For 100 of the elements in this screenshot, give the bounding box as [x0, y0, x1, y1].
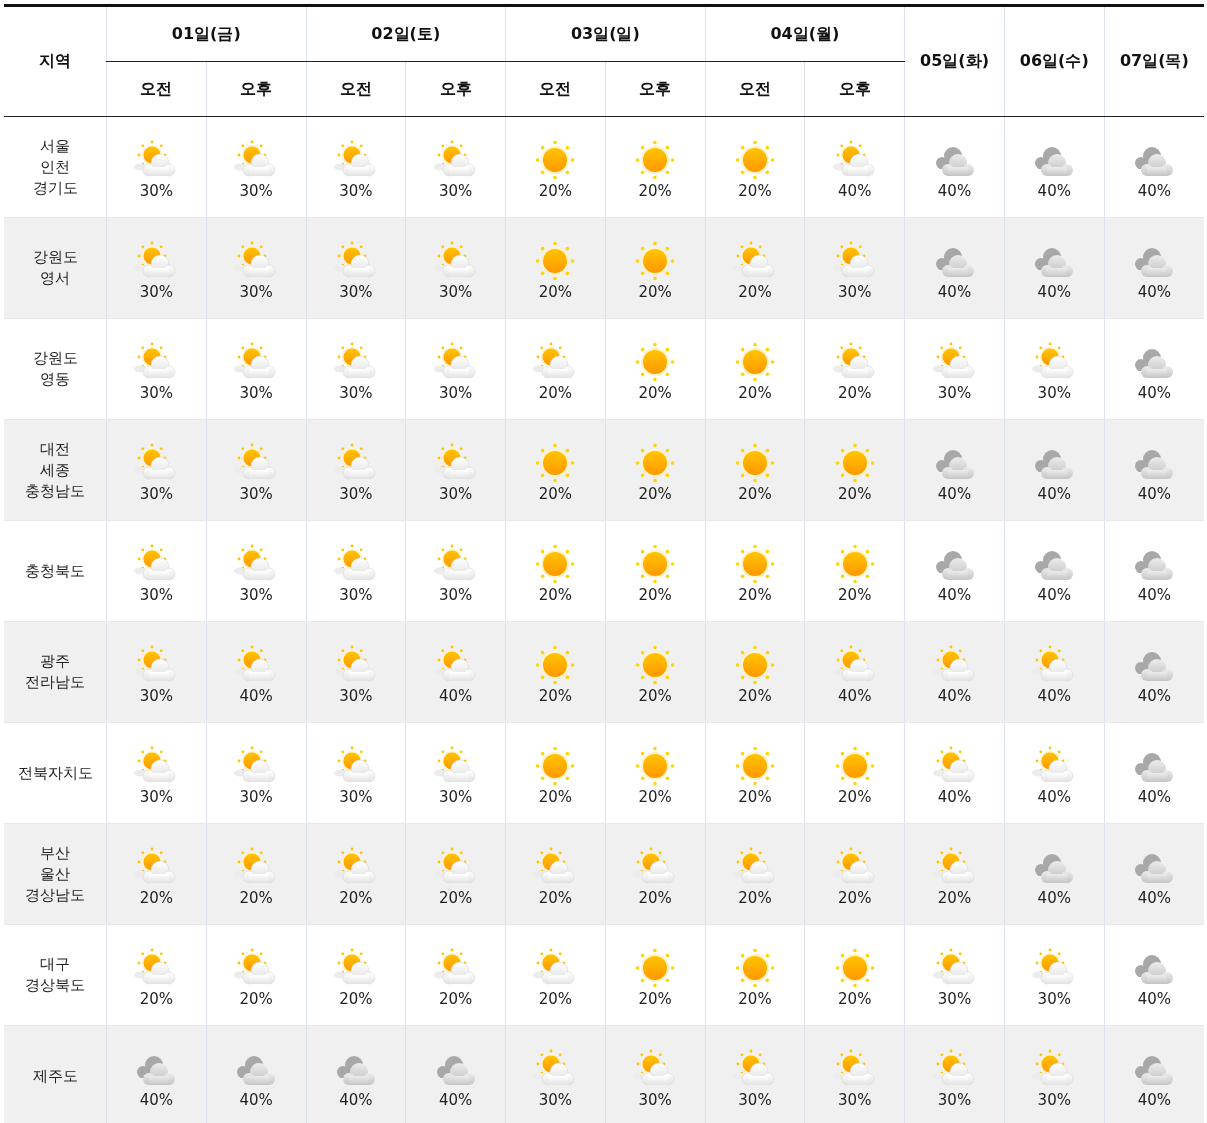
rain-chance: 20% — [339, 889, 373, 907]
rain-chance: 20% — [638, 485, 672, 503]
rain-chance: 30% — [139, 182, 174, 200]
rain-chance: 20% — [638, 384, 672, 402]
rain-chance: 20% — [538, 889, 573, 907]
rain-chance: 20% — [538, 687, 573, 705]
rain-chance: 30% — [239, 485, 273, 503]
rain-chance: 20% — [838, 889, 872, 907]
rain-chance: 30% — [937, 384, 972, 402]
rain-chance: 40% — [1137, 182, 1171, 200]
rain-chance: 30% — [339, 283, 373, 301]
region-name: 광주 전라남도 — [4, 621, 107, 723]
rain-chance: 20% — [738, 889, 772, 907]
day-heading: 04일(월) — [705, 5, 905, 62]
rain-chance: 30% — [439, 485, 473, 503]
rain-chance: 20% — [538, 788, 573, 806]
rain-chance: 40% — [1037, 788, 1071, 806]
rain-chance: 20% — [738, 990, 772, 1008]
rain-chance: 30% — [439, 586, 473, 604]
rain-chance: 20% — [738, 586, 772, 604]
rain-chance: 20% — [738, 687, 772, 705]
rain-chance: 30% — [838, 1091, 872, 1109]
rain-chance: 30% — [339, 182, 373, 200]
period-heading: 오후 — [405, 61, 506, 117]
region-name: 전북자치도 — [4, 722, 107, 824]
rain-chance: 30% — [239, 384, 273, 402]
rain-chance: 20% — [838, 586, 872, 604]
rain-chance: 20% — [339, 990, 373, 1008]
rain-chance: 30% — [339, 788, 373, 806]
rain-chance: 20% — [838, 485, 872, 503]
rain-chance: 30% — [339, 586, 373, 604]
rain-chance: 40% — [239, 687, 273, 705]
day-heading: 02일(토) — [306, 5, 506, 62]
rain-chance: 20% — [239, 990, 273, 1008]
rain-chance: 30% — [339, 485, 373, 503]
rain-chance: 30% — [937, 1091, 972, 1109]
rain-chance: 40% — [1137, 586, 1171, 604]
rain-chance: 30% — [439, 384, 473, 402]
rain-chance: 30% — [239, 586, 273, 604]
region-name: 강원도 영동 — [4, 318, 107, 420]
rain-chance: 20% — [239, 889, 273, 907]
rain-chance: 20% — [439, 990, 473, 1008]
rain-chance: 20% — [638, 586, 672, 604]
rain-chance: 30% — [139, 788, 174, 806]
rain-chance: 40% — [1037, 485, 1071, 503]
rain-chance: 20% — [538, 586, 573, 604]
rain-chance: 20% — [538, 485, 573, 503]
rain-chance: 40% — [838, 687, 872, 705]
rain-chance: 40% — [937, 283, 972, 301]
rain-chance: 20% — [638, 889, 672, 907]
day-heading: 03일(일) — [505, 5, 706, 62]
region-name: 대구 경상북도 — [4, 924, 107, 1026]
rain-chance: 40% — [937, 182, 972, 200]
rain-chance: 30% — [239, 788, 273, 806]
region-name: 충청북도 — [4, 520, 107, 622]
rain-chance: 30% — [1037, 990, 1071, 1008]
rain-chance: 40% — [1137, 283, 1171, 301]
rain-chance: 40% — [339, 1091, 373, 1109]
rain-chance: 40% — [838, 182, 872, 200]
rain-chance: 20% — [538, 283, 573, 301]
rain-chance: 20% — [937, 889, 972, 907]
rain-chance: 40% — [1137, 687, 1171, 705]
rain-chance: 30% — [439, 182, 473, 200]
rain-chance: 40% — [1037, 283, 1071, 301]
rain-chance: 20% — [538, 182, 573, 200]
rain-chance: 40% — [439, 687, 473, 705]
rain-chance: 40% — [1137, 384, 1171, 402]
day-heading: 05일(화) — [904, 5, 1005, 117]
rain-chance: 40% — [139, 1091, 174, 1109]
rain-chance: 20% — [638, 788, 672, 806]
rain-chance: 20% — [638, 687, 672, 705]
rain-chance: 30% — [139, 687, 174, 705]
period-heading: 오전 — [306, 61, 406, 117]
region-heading: 지역 — [4, 5, 107, 117]
rain-chance: 20% — [638, 182, 672, 200]
rain-chance: 20% — [538, 990, 573, 1008]
rain-chance: 30% — [139, 586, 174, 604]
period-heading: 오후 — [206, 61, 307, 117]
rain-chance: 40% — [937, 485, 972, 503]
period-heading: 오전 — [705, 61, 805, 117]
rain-chance: 20% — [538, 384, 573, 402]
rain-chance: 20% — [638, 990, 672, 1008]
region-name: 부산 울산 경상남도 — [4, 823, 107, 925]
rain-chance: 20% — [139, 889, 174, 907]
period-heading: 오후 — [804, 61, 905, 117]
rain-chance: 20% — [439, 889, 473, 907]
day-heading: 01일(금) — [106, 5, 307, 62]
rain-chance: 30% — [838, 283, 872, 301]
rain-chance: 30% — [937, 990, 972, 1008]
rain-chance: 30% — [339, 687, 373, 705]
period-heading: 오전 — [505, 61, 606, 117]
rain-chance: 30% — [239, 283, 273, 301]
rain-chance: 30% — [738, 1091, 772, 1109]
rain-chance: 30% — [339, 384, 373, 402]
rain-chance: 30% — [1037, 1091, 1071, 1109]
rain-chance: 20% — [738, 485, 772, 503]
rain-chance: 30% — [638, 1091, 672, 1109]
period-heading: 오전 — [106, 61, 207, 117]
rain-chance: 40% — [937, 586, 972, 604]
day-heading: 06일(수) — [1004, 5, 1105, 117]
